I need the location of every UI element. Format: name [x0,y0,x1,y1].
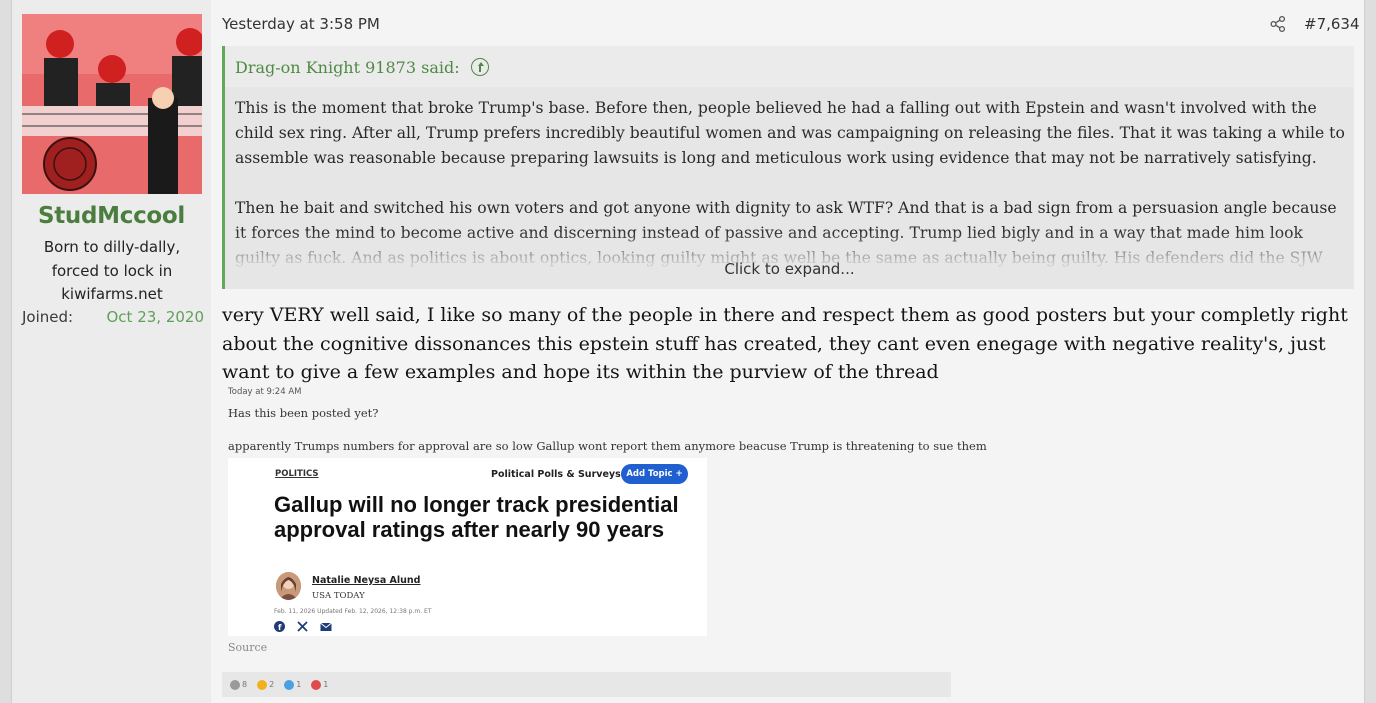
article-dates: Feb. 11, 2026 Updated Feb. 12, 2026, 12:… [274,608,432,615]
thinking-icon [257,679,268,690]
post-date[interactable]: Yesterday at 3:58 PM [222,15,380,33]
add-topic-button: Add Topic + [621,464,688,484]
avatar-image [22,14,202,194]
reaction-count: 2 [269,680,275,689]
thumb-icon [230,679,240,690]
reaction-count: 8 [242,680,248,689]
quote-block: Drag-on Knight 91873 said: This is the m… [222,46,1354,289]
reply-text: very VERY well said, I like so many of t… [222,304,1348,383]
avatar[interactable] [22,14,202,194]
article-category: Political Polls & Surveys [491,469,621,480]
author-avatar [276,572,301,600]
quote-paragraph-1: This is the moment that broke Trump's ba… [235,99,1345,167]
user-sidebar: StudMccool Born to dilly-dally, forced t… [12,0,211,703]
reaction-count: 1 [296,680,302,689]
facebook-icon: f [274,621,285,632]
mail-icon [320,622,332,631]
username[interactable]: StudMccool [12,203,211,229]
embedded-screenshot[interactable]: Today at 9:24 AM Has this been posted ye… [222,383,987,697]
article-card: POLITICS Political Polls & Surveys Add T… [228,458,707,636]
quote-author[interactable]: Drag-on Knight 91873 said: [235,58,460,77]
reaction-rainbow: 1 [284,679,302,690]
article-author: Natalie Neysa Alund [312,575,421,586]
svg-text:f: f [278,623,282,632]
share-icon[interactable] [1269,15,1287,33]
article-outlet: USA TODAY [312,591,365,601]
reaction-clock: 1 [311,679,329,690]
article-share-row: f [274,621,332,632]
joined-value: Oct 23, 2020 [106,308,205,326]
user-title: Born to dilly-dally, forced to lock in k… [43,238,181,303]
reaction-count: 1 [323,680,329,689]
quote-header[interactable]: Drag-on Knight 91873 said: [225,46,1354,87]
reaction-thinking: 2 [257,679,275,690]
page-margin-left [0,0,11,703]
embed-reactions-bar: 8 2 1 1 [222,672,951,697]
rainbow-icon [284,679,295,690]
joined-label: Joined: [22,308,74,326]
post-main: Yesterday at 3:58 PM #7,634 Drag-on Knig… [211,0,1366,703]
x-icon [297,621,308,632]
embed-time: Today at 9:24 AM [228,387,302,397]
embed-question: Has this been posted yet? [228,406,379,420]
arrow-up-circle-icon[interactable] [470,58,489,76]
article-headline: Gallup will no longer track presidential… [274,492,679,542]
click-to-expand[interactable]: Click to expand... [225,260,1354,278]
page-margin-right [1365,0,1376,703]
embed-source: Source [228,641,268,654]
post-number[interactable]: #7,634 [1304,15,1360,33]
clock-icon [311,679,322,690]
reaction-thumb: 8 [230,679,248,690]
article-section: POLITICS [275,469,319,479]
embed-text: apparently Trumps numbers for approval a… [228,439,987,453]
forum-post: StudMccool Born to dilly-dally, forced t… [11,0,1365,703]
joined-row: Joined: Oct 23, 2020 [22,308,204,326]
